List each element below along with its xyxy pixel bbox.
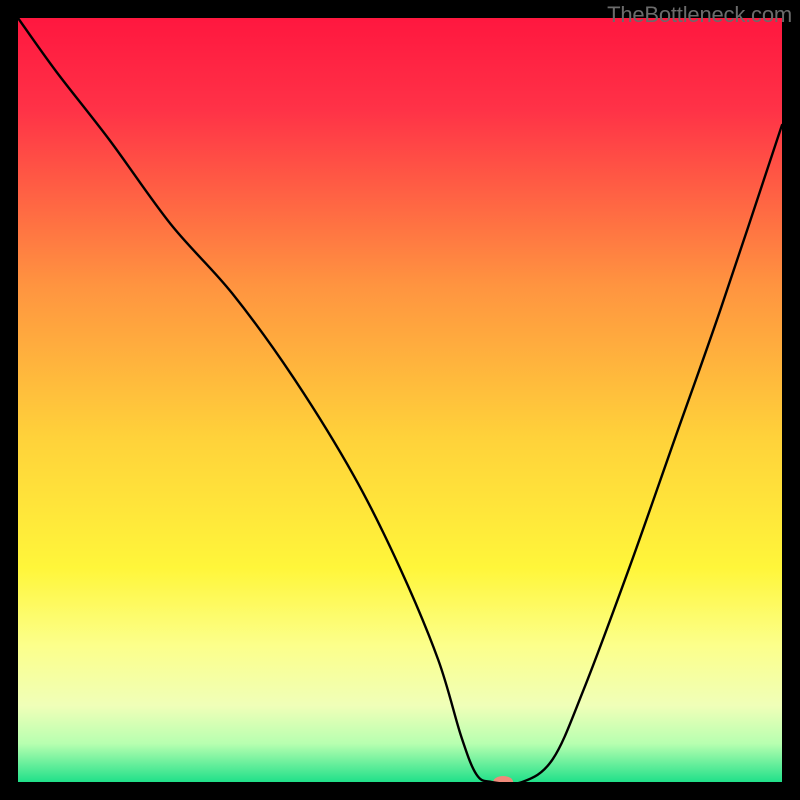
watermark-label: TheBottleneck.com	[607, 2, 792, 28]
gradient-background	[18, 18, 782, 782]
chart-frame: TheBottleneck.com	[0, 0, 800, 800]
plot-area	[18, 18, 782, 782]
plot-svg	[18, 18, 782, 782]
